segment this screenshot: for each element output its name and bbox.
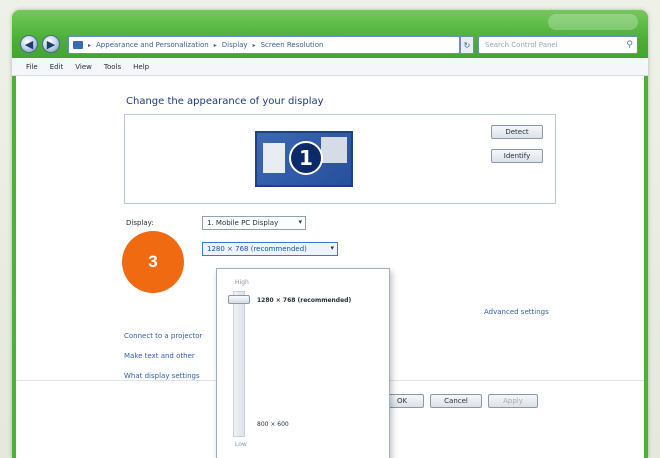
breadcrumb-arrow-icon: ▸ <box>88 41 92 49</box>
forward-arrow-icon: ▶ <box>46 37 56 51</box>
breadcrumb-arrow-icon: ▸ <box>213 41 217 49</box>
breadcrumb-item[interactable]: Appearance and Personalization <box>96 41 209 49</box>
menu-edit[interactable]: Edit <box>50 63 64 71</box>
resolution-select[interactable]: 1280 × 768 (recommended) ▾ <box>202 242 338 256</box>
search-placeholder: Search Control Panel <box>485 41 558 49</box>
menu-bar: File Edit View Tools Help <box>12 58 648 76</box>
identify-button[interactable]: Identify <box>491 149 543 163</box>
menu-help[interactable]: Help <box>133 63 149 71</box>
display-settings-link[interactable]: What display settings <box>124 372 200 380</box>
chevron-down-icon: ▾ <box>330 244 334 252</box>
cancel-button[interactable]: Cancel <box>430 394 482 408</box>
resolution-select-value: 1280 × 768 (recommended) <box>207 245 307 253</box>
window-thumbnail <box>263 143 285 173</box>
back-button[interactable]: ◀ <box>20 35 38 53</box>
display-select-value: 1. Mobile PC Display <box>207 219 279 227</box>
page-title: Change the appearance of your display <box>126 96 324 107</box>
resolution-dropdown: High 1280 × 768 (recommended) 800 × 600 … <box>216 268 390 458</box>
resolution-slider-track[interactable] <box>233 291 245 437</box>
window-thumbnail <box>321 137 347 163</box>
title-bar: ◀ ▶ ▸ Appearance and Personalization ▸ D… <box>12 10 648 58</box>
search-icon: ⚲ <box>626 40 633 50</box>
advanced-settings-link[interactable]: Advanced settings <box>484 308 549 316</box>
breadcrumb-item[interactable]: Display <box>222 41 248 49</box>
search-input[interactable]: Search Control Panel ⚲ <box>478 36 638 54</box>
text-size-link[interactable]: Make text and other <box>124 352 195 360</box>
back-arrow-icon: ◀ <box>24 37 34 51</box>
resolution-option-low[interactable]: 800 × 600 <box>257 421 289 428</box>
resolution-option-high[interactable]: 1280 × 768 (recommended) <box>257 297 351 304</box>
screen-resolution-window: ◀ ▶ ▸ Appearance and Personalization ▸ D… <box>12 10 648 458</box>
resolution-slider-thumb[interactable] <box>228 295 250 304</box>
step-callout-badge: 3 <box>122 231 184 293</box>
low-label: Low <box>235 441 247 448</box>
menu-tools[interactable]: Tools <box>104 63 121 71</box>
detect-button[interactable]: Detect <box>491 125 543 139</box>
projector-link[interactable]: Connect to a projector <box>124 332 202 340</box>
breadcrumb-item[interactable]: Screen Resolution <box>261 41 324 49</box>
forward-button[interactable]: ▶ <box>42 35 60 53</box>
display-select[interactable]: 1. Mobile PC Display ▾ <box>202 216 306 230</box>
chevron-down-icon: ▾ <box>298 218 302 226</box>
window-controls[interactable] <box>548 14 638 30</box>
display-preview: 1 Detect Identify <box>124 114 556 204</box>
high-label: High <box>235 279 249 286</box>
menu-view[interactable]: View <box>75 63 92 71</box>
main-content: Change the appearance of your display 1 … <box>16 76 644 458</box>
monitor-1[interactable]: 1 <box>255 131 353 187</box>
refresh-icon: ↻ <box>463 40 471 50</box>
breadcrumb-arrow-icon: ▸ <box>252 41 256 49</box>
display-label: Display: <box>126 219 154 227</box>
menu-file[interactable]: File <box>26 63 38 71</box>
apply-button[interactable]: Apply <box>488 394 538 408</box>
refresh-button[interactable]: ↻ <box>460 36 474 54</box>
control-panel-icon <box>73 41 83 49</box>
address-bar[interactable]: ▸ Appearance and Personalization ▸ Displ… <box>68 36 460 54</box>
monitor-number-badge: 1 <box>289 141 323 175</box>
